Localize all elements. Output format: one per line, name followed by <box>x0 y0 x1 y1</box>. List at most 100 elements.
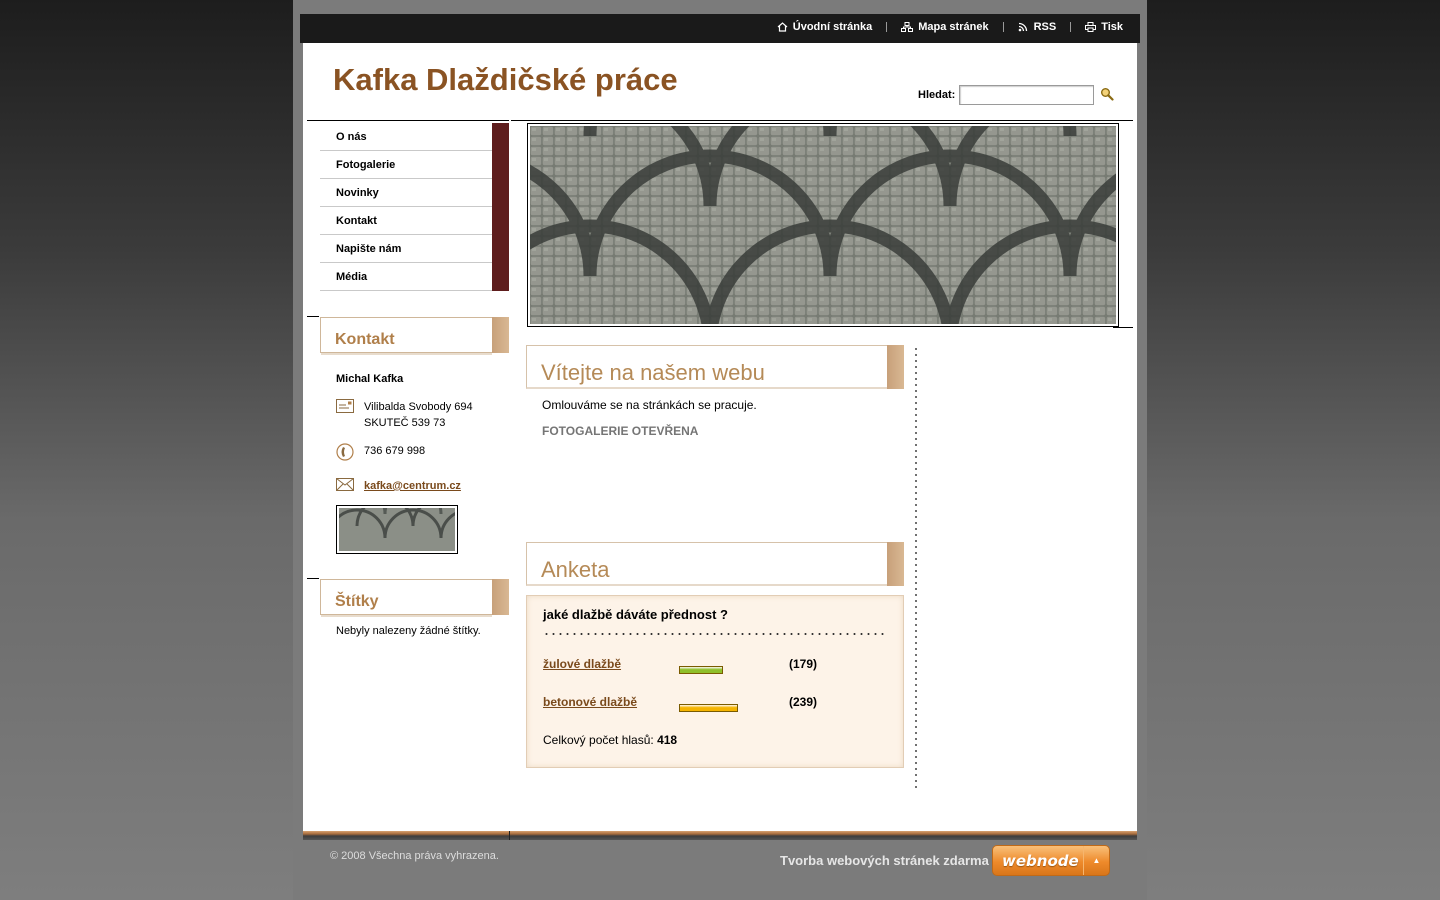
print-link-label: Tisk <box>1101 21 1123 33</box>
header-divider-left <box>307 120 509 121</box>
contact-phone: 736 679 998 <box>364 445 426 457</box>
paving-banner-image <box>530 126 1116 324</box>
search-input[interactable] <box>959 85 1095 105</box>
heading-underline <box>321 615 492 617</box>
heading-tab <box>492 317 509 353</box>
menu-item-label: O nás <box>336 130 367 143</box>
tags-heading-rule <box>307 578 319 579</box>
menu-item-tab <box>492 123 509 151</box>
menu-item-label: Napište nám <box>336 242 402 255</box>
banner-divider <box>1113 327 1133 328</box>
contact-phone-row: 736 679 998 <box>336 443 506 466</box>
rss-link[interactable]: RSS <box>1018 21 1057 33</box>
welcome-heading: Vítejte na našem webu <box>541 360 765 385</box>
header-divider-right <box>511 120 1133 121</box>
tags-empty-text: Nebyly nalezeny žádné štítky. <box>336 625 481 637</box>
printer-icon <box>1085 22 1097 32</box>
top-navigation: Úvodní stránka Mapa stránek RSS Tisk <box>777 21 1123 33</box>
rss-icon <box>1018 22 1027 32</box>
arrow-up-icon: ▲ <box>1083 846 1109 875</box>
contact-heading: Kontakt <box>335 331 395 348</box>
header-banner <box>527 123 1119 327</box>
contact-address-row: Vilibalda Svobody 694 SKUTEČ 539 73 <box>336 399 506 431</box>
poll-box: jaké dlažbě dáváte přednost ? žulové dla… <box>526 595 904 768</box>
top-bar: Úvodní stránka Mapa stránek RSS Tisk <box>300 14 1140 43</box>
nav-separator <box>1002 22 1004 32</box>
nav-separator <box>1070 22 1072 32</box>
nav-separator <box>886 22 888 32</box>
menu-item-napiste-nam[interactable]: Napište nám <box>320 235 509 263</box>
magnifier-icon <box>1101 87 1114 101</box>
footer-webnode-link[interactable]: Tvorba webových stránek zdarma <box>780 853 989 868</box>
footer-copyright: © 2008 Všechna práva vyhrazena. <box>330 850 499 862</box>
home-link[interactable]: Úvodní stránka <box>777 21 872 33</box>
contact-email-link[interactable]: kafka@centrum.cz <box>364 478 461 494</box>
menu-item-tab <box>492 151 509 179</box>
menu-item-tab <box>492 235 509 263</box>
contact-block: Michal Kafka Vilibalda Svobody 694 SKUTE… <box>336 373 506 508</box>
address-icon <box>336 399 364 418</box>
poll-question: jaké dlažbě dáváte přednost ? <box>543 607 728 622</box>
search-label: Hledat: <box>918 89 956 101</box>
poll-answer-bar <box>679 704 738 712</box>
footer-bar-divider <box>509 831 510 840</box>
menu-item-fotogalerie[interactable]: Fotogalerie <box>320 151 509 179</box>
menu-item-tab <box>492 179 509 207</box>
menu-item-novinky[interactable]: Novinky <box>320 179 509 207</box>
gallery-thumbnail[interactable] <box>327 484 499 554</box>
poll-answer-count: (239) <box>789 695 818 709</box>
contact-heading-rule <box>307 316 319 317</box>
contact-heading-box: Kontakt <box>320 317 509 355</box>
heading-tab <box>887 542 904 586</box>
poll-answer-count: (179) <box>789 657 818 671</box>
welcome-subtext: FOTOGALERIE OTEVŘENA <box>542 424 699 438</box>
webnode-logo: webnode <box>1002 851 1079 870</box>
tags-heading-box: Štítky <box>320 579 509 617</box>
menu-item-label: Novinky <box>336 186 379 199</box>
column-divider <box>915 346 917 791</box>
menu-item-tab <box>492 207 509 235</box>
heading-tab <box>492 579 509 615</box>
poll-total-value: 418 <box>657 733 678 747</box>
site-title[interactable]: Kafka Dlaždičské práce <box>333 62 678 98</box>
menu-item-tab <box>492 263 509 291</box>
print-link[interactable]: Tisk <box>1085 21 1123 33</box>
search-form: Hledat: <box>918 85 1114 105</box>
menu-item-o-nas[interactable]: O nás <box>320 123 509 151</box>
poll-divider <box>543 632 888 636</box>
search-button[interactable] <box>1100 87 1114 104</box>
heading-underline <box>321 353 492 355</box>
menu-item-kontakt[interactable]: Kontakt <box>320 207 509 235</box>
menu-item-label: Kontakt <box>336 214 377 227</box>
phone-icon <box>336 443 364 466</box>
menu-item-media[interactable]: Média <box>320 263 509 291</box>
poll-heading: Anketa <box>541 557 610 582</box>
address-line-2: SKUTEČ 539 73 <box>364 417 446 429</box>
rss-link-label: RSS <box>1033 21 1057 33</box>
webnode-badge[interactable]: webnode ▲ <box>992 845 1110 876</box>
poll-total-label: Celkový počet hlasů: <box>543 733 654 747</box>
footer-bar <box>303 831 1137 840</box>
sitemap-link[interactable]: Mapa stránek <box>901 21 989 33</box>
address-line-1: Vilibalda Svobody 694 <box>364 401 473 413</box>
poll-answer-link[interactable]: žulové dlažbě <box>543 657 621 671</box>
poll-heading-box: Anketa <box>526 542 904 586</box>
contact-email-row: kafka@centrum.cz <box>336 478 506 496</box>
mail-icon <box>336 478 364 496</box>
welcome-heading-box: Vítejte na našem webu <box>526 345 904 389</box>
poll-answer-bar <box>679 666 723 674</box>
sitemap-icon <box>901 22 914 32</box>
poll-total: Celkový počet hlasů: 418 <box>543 733 677 747</box>
page-content: Kafka Dlaždičské práce Hledat: O nás Fot… <box>303 43 1137 831</box>
poll-answer-link[interactable]: betonové dlažbě <box>543 695 637 709</box>
sitemap-link-label: Mapa stránek <box>918 21 989 33</box>
contact-name: Michal Kafka <box>336 373 404 385</box>
paving-thumbnail-image <box>327 484 499 551</box>
menu-item-label: Fotogalerie <box>336 158 396 171</box>
tags-heading: Štítky <box>335 593 379 610</box>
heading-tab <box>887 345 904 389</box>
menu-item-label: Média <box>336 270 368 283</box>
welcome-text: Omlouváme se na stránkách se pracuje. <box>542 398 757 412</box>
home-icon <box>777 22 788 32</box>
home-link-label: Úvodní stránka <box>792 21 873 33</box>
